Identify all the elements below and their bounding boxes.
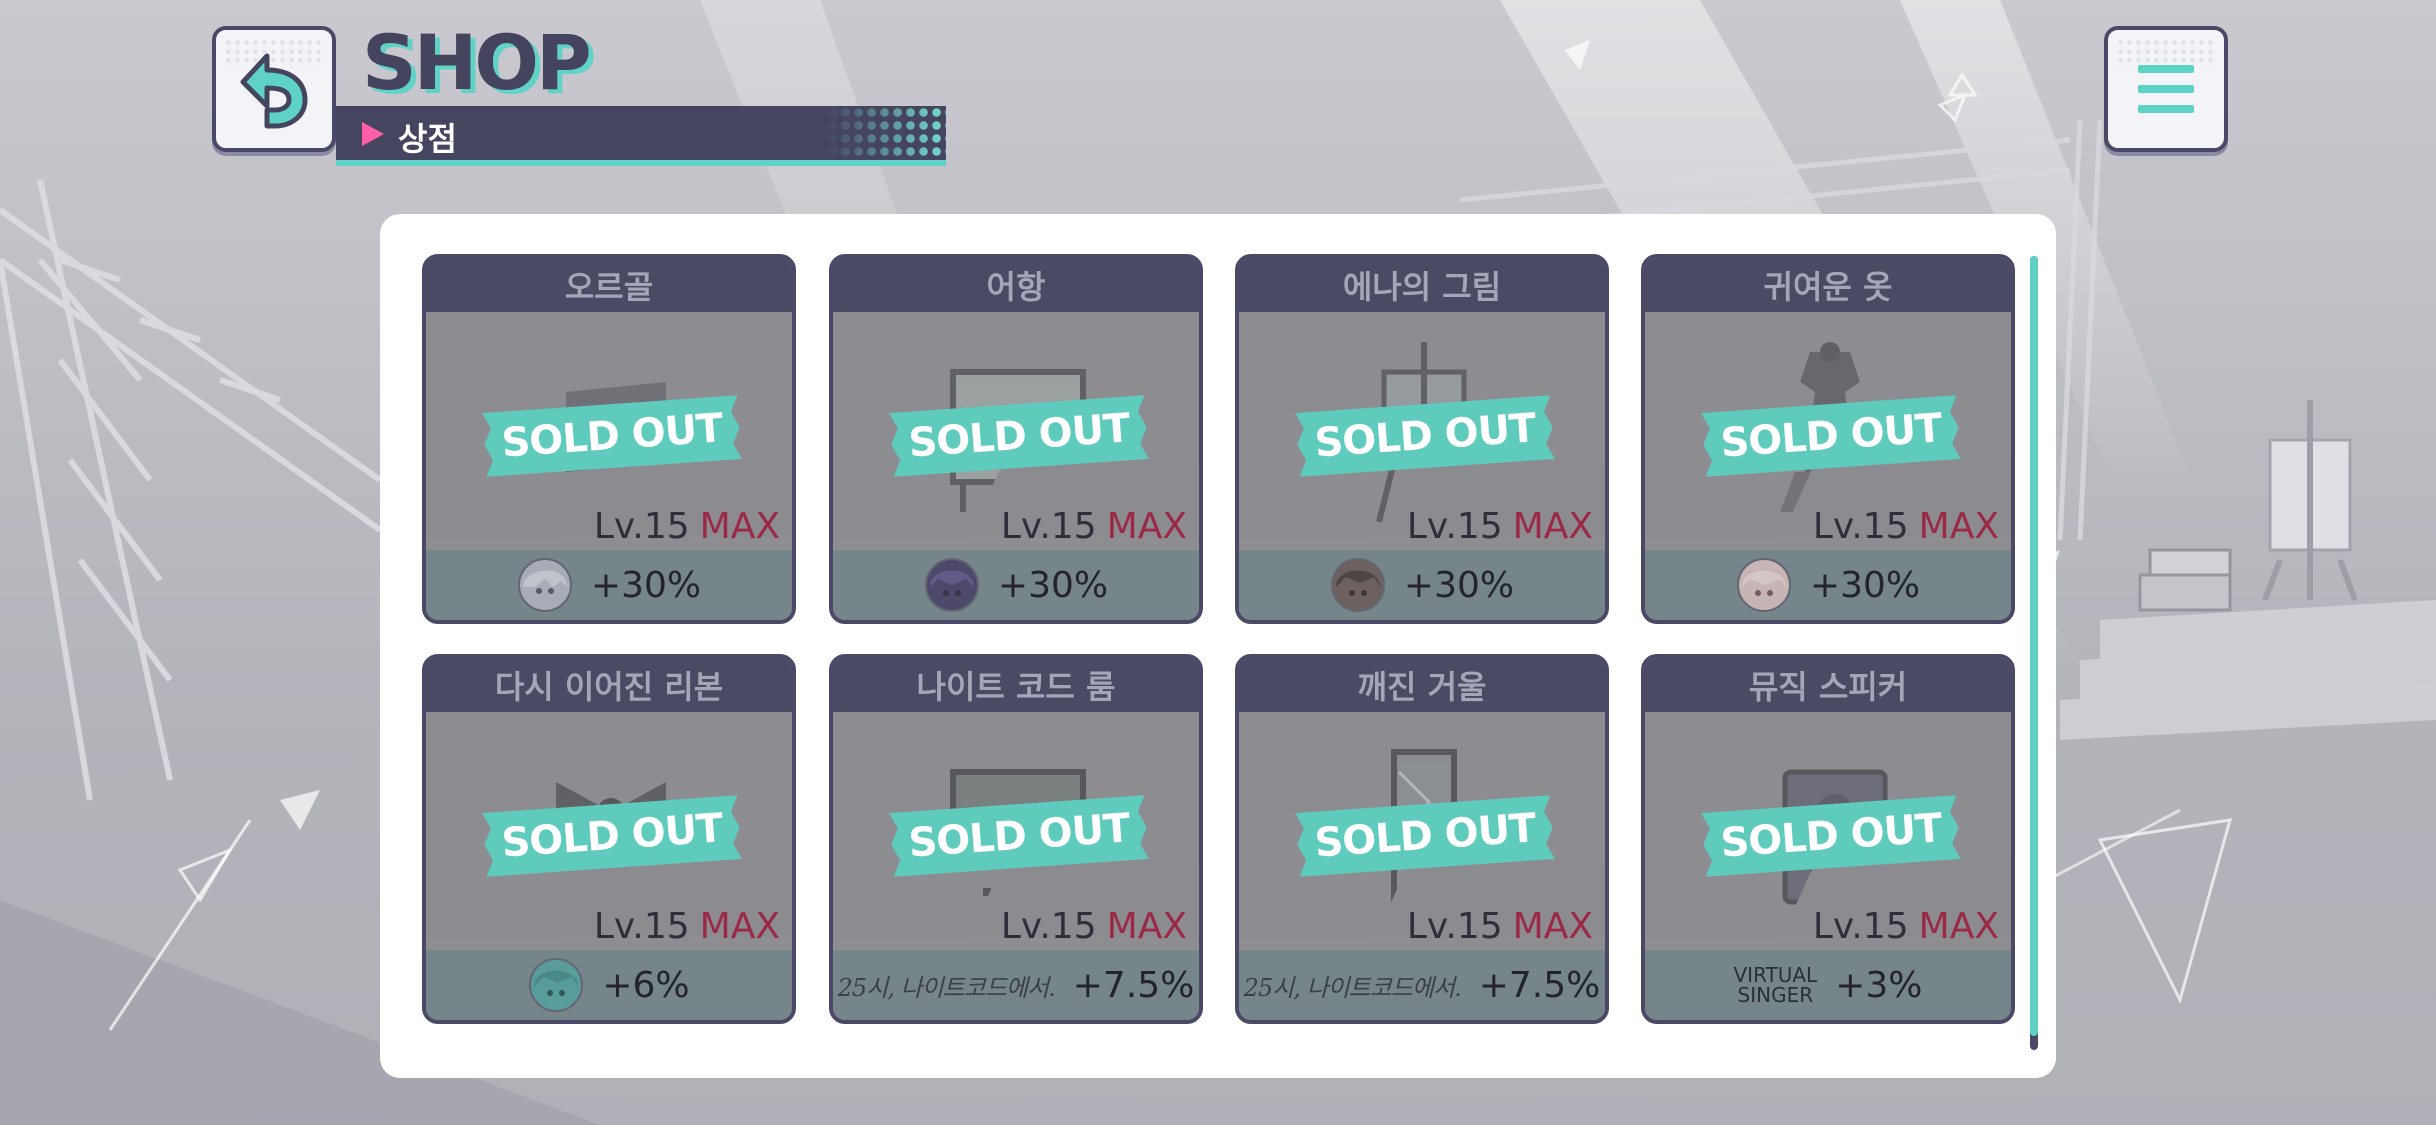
level-text: Lv.15	[593, 506, 690, 547]
bonus-value: +30%	[590, 564, 702, 606]
level-text: Lv.15	[1406, 906, 1503, 947]
item-name: 에나의 그림	[1342, 268, 1502, 306]
item-name-header: 귀여운 옷	[1645, 258, 2011, 312]
shop-item-card[interactable]: 깨진 거울 Lv.15 MAX 25시, 나이트코드에서. +7.5% SOLD …	[1235, 654, 1609, 1024]
bonus-value: +3%	[1835, 964, 1923, 1006]
level-text: Lv.15	[1812, 906, 1909, 947]
bonus-row: VIRTUAL SINGER +3%	[1645, 950, 2011, 1020]
level-text: Lv.15	[593, 906, 690, 947]
bonus-value: +7.5%	[1072, 964, 1195, 1006]
play-arrow-icon	[362, 122, 384, 146]
item-name: 귀여운 옷	[1763, 268, 1893, 306]
max-badge: MAX	[699, 906, 780, 947]
menu-button[interactable]	[2104, 26, 2228, 152]
item-name-header: 뮤직 스피커	[1645, 658, 2011, 712]
page-title: SHOP	[362, 18, 592, 107]
unit-logo-icon: 25시, 나이트코드에서.	[1243, 973, 1462, 1002]
character-icon	[1330, 558, 1385, 612]
item-name: 오르골	[564, 268, 654, 306]
bonus-row: 25시, 나이트코드에서. +7.5%	[833, 950, 1199, 1020]
bonus-value: +6%	[602, 964, 690, 1006]
max-badge: MAX	[1512, 906, 1593, 947]
bonus-row: +6%	[426, 950, 792, 1020]
item-level: Lv.15 MAX	[1813, 906, 1999, 947]
item-name-header: 나이트 코드 룸	[833, 658, 1199, 712]
item-name-header: 어항	[833, 258, 1199, 312]
max-badge: MAX	[1918, 906, 1999, 947]
item-name-header: 에나의 그림	[1239, 258, 1605, 312]
item-name: 다시 이어진 리본	[494, 668, 724, 706]
bonus-row: 25시, 나이트코드에서. +7.5%	[1239, 950, 1605, 1020]
item-name: 어항	[986, 268, 1046, 306]
item-name-header: 오르골	[426, 258, 792, 312]
max-badge: MAX	[699, 506, 780, 547]
shop-header: 상점 SHOP	[336, 18, 956, 166]
item-name-header: 깨진 거울	[1239, 658, 1605, 712]
unit-logo-icon: 25시, 나이트코드에서.	[837, 973, 1056, 1002]
character-icon	[1736, 558, 1791, 612]
bonus-value: +30%	[1809, 564, 1921, 606]
virtual-singer-logo-icon: VIRTUAL SINGER	[1733, 963, 1818, 1007]
shop-item-card[interactable]: 오르골 Lv.15 MAX +30% SOLD OUT	[422, 254, 796, 624]
shop-item-card[interactable]: 뮤직 스피커 Lv.15 MAX VIRTUAL SINGER +3% SOLD …	[1641, 654, 2015, 1024]
back-arrow-icon	[240, 53, 308, 129]
item-name: 나이트 코드 룸	[916, 668, 1116, 706]
item-level: Lv.15 MAX	[1407, 906, 1593, 947]
item-level: Lv.15 MAX	[1407, 506, 1593, 547]
item-level: Lv.15 MAX	[1813, 506, 1999, 547]
scrollbar[interactable]	[2030, 256, 2038, 1050]
shop-item-card[interactable]: 어항 Lv.15 MAX +30% SOLD OUT	[829, 254, 1203, 624]
page-subtitle: 상점	[398, 120, 457, 158]
character-icon	[517, 558, 572, 612]
max-badge: MAX	[1106, 506, 1187, 547]
bonus-value: +30%	[997, 564, 1109, 606]
item-level: Lv.15 MAX	[1001, 906, 1187, 947]
bonus-value: +30%	[1403, 564, 1515, 606]
bonus-value: +7.5%	[1478, 964, 1601, 1006]
subtitle-bar: 상점	[336, 106, 946, 166]
scrollbar-thumb[interactable]	[2030, 256, 2038, 1036]
bonus-row: +30%	[1239, 550, 1605, 620]
level-text: Lv.15	[1000, 506, 1097, 547]
shop-item-card[interactable]: 다시 이어진 리본 Lv.15 MAX +6% SOLD OUT	[422, 654, 796, 1024]
shop-item-card[interactable]: 에나의 그림 Lv.15 MAX +30% SOLD OUT	[1235, 254, 1609, 624]
back-button[interactable]	[212, 26, 336, 152]
max-badge: MAX	[1512, 506, 1593, 547]
shop-item-card[interactable]: 나이트 코드 룸 Lv.15 MAX 25시, 나이트코드에서. +7.5% SO…	[829, 654, 1203, 1024]
max-badge: MAX	[1918, 506, 1999, 547]
shop-item-card[interactable]: 귀여운 옷 Lv.15 MAX +30% SOLD OUT	[1641, 254, 2015, 624]
item-name: 뮤직 스피커	[1748, 668, 1908, 706]
hamburger-menu-icon	[2138, 65, 2194, 113]
level-text: Lv.15	[1812, 506, 1909, 547]
character-icon	[924, 558, 979, 612]
item-level: Lv.15 MAX	[594, 906, 780, 947]
bonus-row: +30%	[426, 550, 792, 620]
bonus-row: +30%	[1645, 550, 2011, 620]
item-level: Lv.15 MAX	[1001, 506, 1187, 547]
level-text: Lv.15	[1000, 906, 1097, 947]
item-level: Lv.15 MAX	[594, 506, 780, 547]
level-text: Lv.15	[1406, 506, 1503, 547]
item-name: 깨진 거울	[1357, 668, 1487, 706]
bonus-row: +30%	[833, 550, 1199, 620]
max-badge: MAX	[1106, 906, 1187, 947]
item-name-header: 다시 이어진 리본	[426, 658, 792, 712]
character-icon	[529, 958, 584, 1012]
